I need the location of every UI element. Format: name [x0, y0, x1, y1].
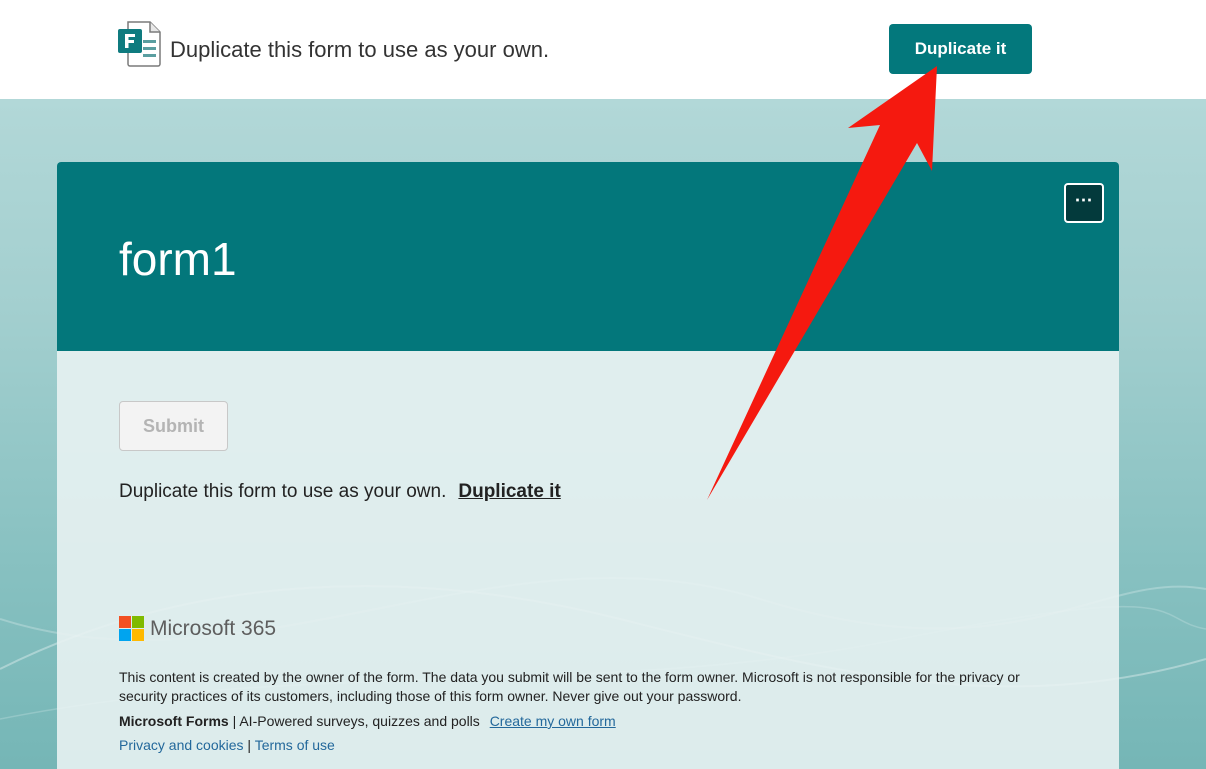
disclaimer-text: This content is created by the owner of … — [119, 669, 1020, 704]
microsoft-logo-icon — [119, 616, 144, 641]
legal-links: Privacy and cookies | Terms of use — [119, 737, 335, 753]
form-card: form1 ⋯ Submit Duplicate this form to us… — [57, 162, 1119, 769]
microsoft-365-brand: Microsoft 365 — [119, 616, 276, 641]
more-options-button[interactable]: ⋯ — [1064, 183, 1104, 223]
ellipsis-icon: ⋯ — [1074, 190, 1094, 210]
duplicate-banner: Duplicate this form to use as your own. … — [0, 0, 1206, 99]
form-header: form1 ⋯ — [57, 162, 1119, 351]
brand-name: Microsoft 365 — [150, 616, 277, 640]
separator: | — [243, 737, 255, 753]
duplicate-message: Duplicate this form to use as your own. — [119, 481, 447, 502]
microsoft-forms-logo-icon — [118, 21, 161, 67]
terms-of-use-link[interactable]: Terms of use — [255, 737, 335, 753]
duplicate-prompt: Duplicate this form to use as your own. D… — [119, 481, 561, 503]
duplicate-it-button[interactable]: Duplicate it — [889, 24, 1032, 74]
product-line: Microsoft Forms | AI-Powered surveys, qu… — [119, 713, 616, 729]
duplicate-it-link[interactable]: Duplicate it — [458, 481, 560, 502]
create-my-own-form-link[interactable]: Create my own form — [490, 713, 616, 729]
form-title: form1 — [119, 233, 237, 285]
separator: | — [228, 713, 240, 729]
banner-message: Duplicate this form to use as your own. — [170, 37, 550, 62]
privacy-and-cookies-link[interactable]: Privacy and cookies — [119, 737, 244, 753]
submit-button[interactable]: Submit — [119, 401, 228, 451]
product-name: Microsoft Forms — [119, 713, 229, 729]
product-tagline: AI-Powered surveys, quizzes and polls — [239, 713, 480, 729]
